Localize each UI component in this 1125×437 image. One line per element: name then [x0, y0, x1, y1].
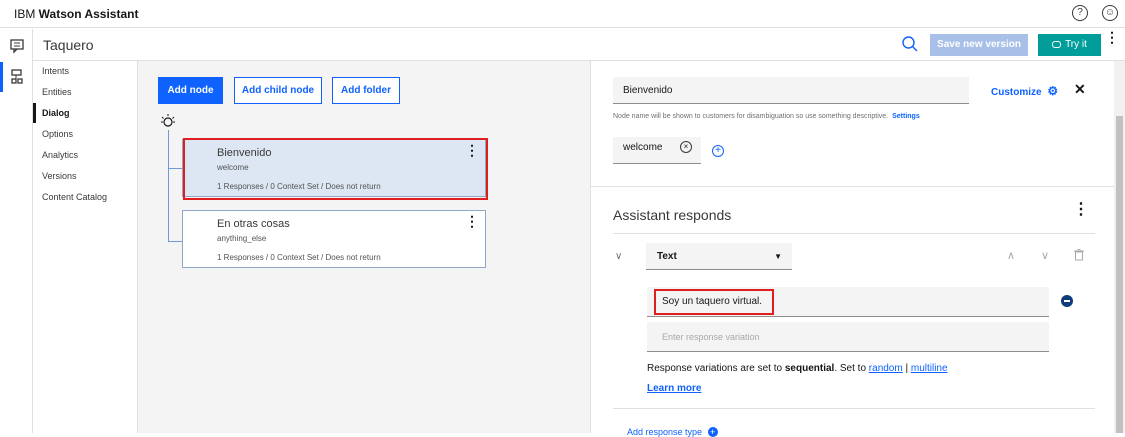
- skill-title: Taquero: [43, 37, 94, 53]
- save-new-version-button[interactable]: Save new version: [930, 34, 1028, 56]
- condition-value: welcome: [623, 142, 663, 153]
- nav-item-dialog[interactable]: Dialog: [33, 103, 137, 123]
- node-name-hint: Node name will be shown to customers for…: [613, 113, 920, 120]
- variation-mode: sequential: [784, 363, 835, 374]
- section-title: Assistant responds: [613, 207, 732, 223]
- caret-down-icon: ▼: [774, 252, 782, 261]
- add-folder-button[interactable]: Add folder: [332, 77, 400, 104]
- left-rail: [0, 29, 33, 433]
- kebab-icon[interactable]: ⋮: [1105, 30, 1119, 44]
- nav-item-intents[interactable]: Intents: [33, 61, 137, 81]
- skill-header: Taquero Save new version Try it ⋮: [33, 29, 1125, 61]
- editor-scrollbar[interactable]: [1114, 61, 1125, 433]
- tree-connector: [168, 168, 182, 169]
- add-node-button[interactable]: Add node: [158, 77, 223, 104]
- brand-prefix: IBM: [14, 7, 39, 21]
- chat-icon: [10, 39, 24, 54]
- dialog-canvas: Add node Add child node Add folder Bienv…: [138, 61, 590, 433]
- variation-prefix: Response variations are set to: [647, 363, 785, 374]
- node-title: En otras cosas: [217, 218, 290, 230]
- variation-sep: |: [902, 363, 911, 374]
- brand-name: Watson Assistant: [38, 7, 139, 21]
- dialog-tree-icon: [11, 69, 23, 84]
- app-brand[interactable]: IBM Watson Assistant: [14, 7, 138, 21]
- nav-item-content-catalog[interactable]: Content Catalog: [33, 187, 137, 207]
- try-it-label: Try it: [1065, 39, 1087, 50]
- node-meta: 1 Responses / 0 Context Set / Does not r…: [217, 253, 381, 262]
- customize-button[interactable]: Customize ⚙: [991, 84, 1058, 98]
- customize-label: Customize: [991, 87, 1042, 98]
- divider: [591, 186, 1115, 187]
- random-link[interactable]: random: [869, 363, 903, 374]
- response-type-select[interactable]: Text ▼: [646, 243, 792, 270]
- top-bar: IBM Watson Assistant ? ☺: [0, 0, 1125, 28]
- settings-link[interactable]: Settings: [892, 113, 920, 120]
- remove-circle-icon[interactable]: [1061, 295, 1073, 307]
- add-circle-icon[interactable]: +: [712, 145, 724, 157]
- kebab-icon[interactable]: ⋮: [1073, 202, 1089, 218]
- nav-item-options[interactable]: Options: [33, 124, 137, 144]
- add-child-node-button[interactable]: Add child node: [234, 77, 322, 104]
- rail-item-skills[interactable]: [0, 62, 33, 92]
- dialog-node-en-otras-cosas[interactable]: En otras cosas anything_else 1 Responses…: [182, 210, 486, 268]
- highlight-box: [183, 138, 488, 200]
- kebab-icon[interactable]: ⋮: [465, 213, 479, 230]
- tree-connector: [168, 241, 182, 242]
- chevron-down-icon[interactable]: ∨: [615, 251, 622, 262]
- add-response-type-button[interactable]: Add response type +: [627, 427, 718, 437]
- trash-icon[interactable]: [1074, 249, 1084, 261]
- variation-settings-text: Response variations are set to sequentia…: [647, 363, 948, 374]
- hint-text: Node name will be shown to customers for…: [613, 113, 889, 120]
- try-it-button[interactable]: Try it: [1038, 34, 1101, 56]
- highlight-box: [654, 289, 774, 315]
- chevron-up-icon[interactable]: ∧: [1007, 249, 1015, 262]
- add-response-type-label: Add response type: [627, 427, 703, 437]
- skill-nav: Intents Entities Dialog Options Analytic…: [33, 61, 138, 433]
- scrollbar-thumb[interactable]: [1116, 116, 1123, 433]
- help-icon[interactable]: ?: [1072, 5, 1088, 21]
- search-icon[interactable]: [901, 35, 919, 53]
- bulb-icon: [161, 114, 175, 127]
- node-name-input[interactable]: Bienvenido: [613, 77, 969, 104]
- multiline-link[interactable]: multiline: [911, 363, 948, 374]
- rail-item-assistants[interactable]: [0, 31, 33, 61]
- user-icon[interactable]: ☺: [1102, 5, 1118, 21]
- condition-input[interactable]: welcome ×: [613, 137, 701, 164]
- response-type-value: Text: [657, 251, 677, 262]
- node-condition: anything_else: [217, 234, 267, 243]
- nav-item-analytics[interactable]: Analytics: [33, 145, 137, 165]
- chat-icon: [1052, 41, 1062, 48]
- response-variation-input-empty[interactable]: Enter response variation: [647, 322, 1049, 352]
- variation-mid: . Set to: [834, 363, 869, 374]
- close-icon[interactable]: ×: [680, 141, 692, 153]
- nav-item-versions[interactable]: Versions: [33, 166, 137, 186]
- close-icon[interactable]: ✕: [1074, 81, 1086, 98]
- chevron-down-icon[interactable]: ∨: [1041, 249, 1049, 262]
- node-editor: Bienvenido Customize ⚙ ✕ Node name will …: [590, 61, 1115, 437]
- gear-icon: ⚙: [1047, 84, 1059, 98]
- learn-more-link[interactable]: Learn more: [647, 383, 701, 394]
- add-circle-icon: +: [707, 427, 718, 437]
- tree-connector: [168, 130, 169, 241]
- nav-item-entities[interactable]: Entities: [33, 82, 137, 102]
